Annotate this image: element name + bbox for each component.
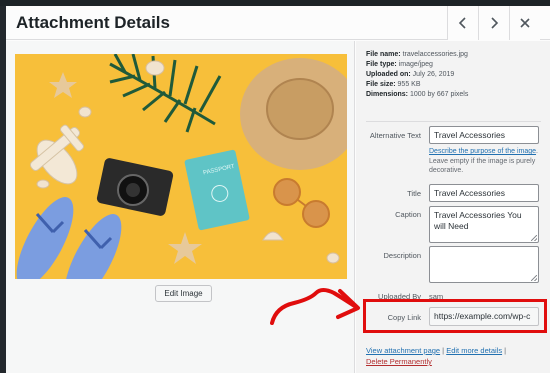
close-button[interactable] [509, 6, 540, 40]
description-textarea[interactable] [429, 246, 539, 283]
modal-header: Attachment Details [6, 6, 550, 40]
file-metadata: File name: travelaccessories.jpg File ty… [366, 50, 468, 100]
alt-text-label: Alternative Text [369, 131, 421, 140]
link-separator: | [442, 346, 445, 355]
uploaded-on-row: Uploaded on: July 26, 2019 [366, 70, 468, 80]
caption-value: Travel Accessories You will Need [434, 210, 522, 231]
modal-title: Attachment Details [16, 13, 170, 32]
title-input[interactable]: Travel Accessories [429, 184, 539, 202]
chevron-left-icon [458, 17, 466, 29]
file-type-value: image/jpeg [398, 61, 433, 68]
actions-row: View attachment page | Edit more details… [366, 345, 506, 356]
link-separator: | [504, 346, 507, 355]
uploaded-on-label: Uploaded on: [366, 71, 411, 78]
file-type-row: File type: image/jpeg [366, 60, 468, 70]
uploaded-on-value: July 26, 2019 [412, 71, 455, 78]
caption-textarea[interactable]: Travel Accessories You will Need [429, 206, 539, 243]
attachment-image: PASSPORT [15, 54, 347, 279]
describe-purpose-link[interactable]: Describe the purpose of the image [429, 148, 536, 155]
dimensions-value: 1000 by 667 pixels [409, 91, 469, 98]
dimensions-row: Dimensions: 1000 by 667 pixels [366, 90, 468, 100]
alt-text-input[interactable]: Travel Accessories [429, 126, 539, 144]
delete-permanently-link[interactable]: Delete Permanently [366, 357, 432, 366]
file-type-label: File type: [366, 61, 397, 68]
file-name-label: File name: [366, 51, 401, 58]
next-button[interactable] [478, 6, 509, 40]
file-name-value: travelaccessories.jpg [402, 51, 468, 58]
chevron-right-icon [491, 17, 499, 29]
previous-button[interactable] [447, 6, 478, 40]
resize-handle-icon[interactable] [531, 235, 537, 241]
description-label: Description [383, 251, 421, 260]
red-arrow-annotation-icon [270, 288, 360, 325]
file-name-row: File name: travelaccessories.jpg [366, 50, 468, 60]
edit-more-details-link[interactable]: Edit more details [446, 346, 502, 355]
attachment-actions: View attachment page | Edit more details… [366, 345, 506, 367]
resize-handle-icon[interactable] [531, 275, 537, 281]
copy-link-highlight-box [363, 299, 547, 333]
file-size-label: File size: [366, 81, 396, 88]
travel-accessories-photo: PASSPORT [15, 54, 347, 279]
alt-text-help: Describe the purpose of the image. Leave… [429, 147, 543, 176]
close-icon [520, 18, 530, 28]
file-size-value: 955 KB [397, 81, 421, 88]
caption-label: Caption [395, 210, 421, 219]
view-attachment-page-link[interactable]: View attachment page [366, 346, 440, 355]
edit-image-button[interactable]: Edit Image [155, 285, 212, 302]
title-label: Title [407, 189, 421, 198]
file-size-row: File size: 955 KB [366, 80, 468, 90]
dimensions-label: Dimensions: [366, 91, 409, 98]
divider [366, 121, 541, 122]
attachment-details-panel: File name: travelaccessories.jpg File ty… [356, 41, 550, 373]
